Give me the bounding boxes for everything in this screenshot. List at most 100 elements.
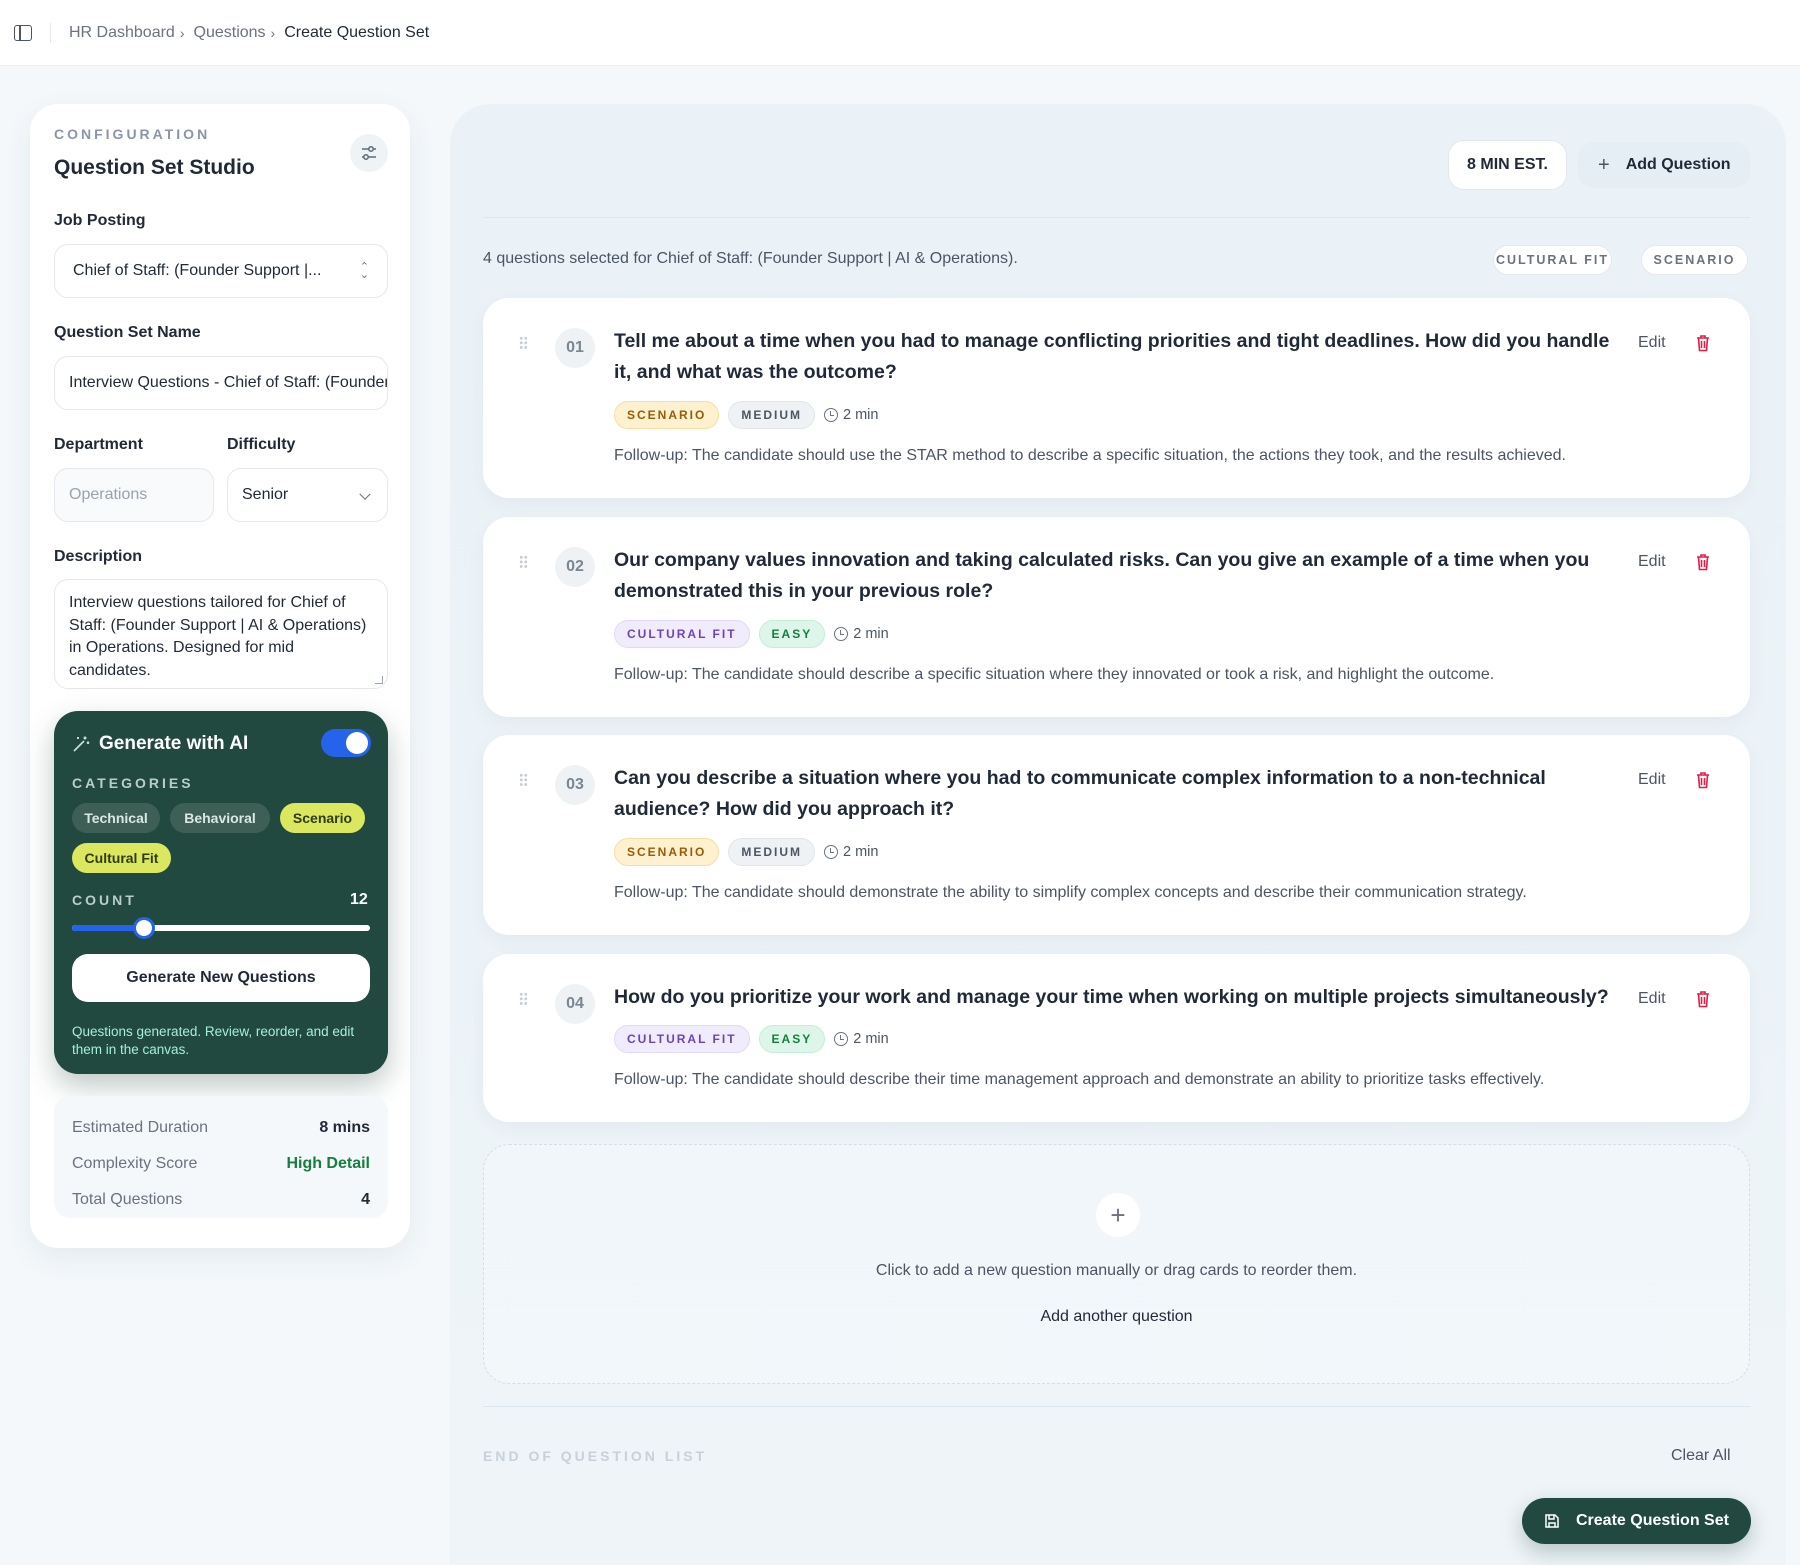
filter-tag-cultural-fit[interactable]: CULTURAL FIT [1493, 245, 1612, 275]
difficulty-badge: MEDIUM [728, 838, 816, 866]
drag-handle-icon[interactable] [519, 555, 528, 569]
resize-handle-icon[interactable] [375, 676, 383, 684]
top-bar: HR Dashboard › Questions › Create Question… [0, 0, 1800, 66]
question-meta: CULTURAL FIT EASY 2 min [614, 1025, 889, 1053]
edit-button[interactable]: Edit [1638, 553, 1666, 571]
divider [483, 1406, 1750, 1407]
question-card[interactable]: 01 Tell me about a time when you had to … [483, 298, 1750, 498]
question-text: How do you prioritize your work and mana… [614, 986, 1609, 1008]
description-textarea[interactable]: Interview questions tailored for Chief o… [54, 579, 388, 689]
generate-new-questions-button[interactable]: Generate New Questions [72, 954, 370, 1002]
stat-duration: Estimated Duration 8 mins [72, 1119, 370, 1137]
drag-handle-icon[interactable] [519, 773, 528, 787]
divider [483, 217, 1750, 218]
ai-card-header: Generate with AI [72, 733, 248, 755]
add-question-button[interactable]: + Add Question [1578, 142, 1750, 188]
category-badge: SCENARIO [614, 838, 720, 866]
follow-up-text: Follow-up: The candidate should describe… [614, 666, 1495, 683]
section-eyebrow: CONFIGURATION [54, 126, 211, 142]
divider [50, 22, 51, 43]
category-chip-technical[interactable]: Technical [72, 803, 160, 833]
follow-up-text: Follow-up: The candidate should describe… [614, 1071, 1545, 1088]
question-meta: CULTURAL FIT EASY 2 min [614, 620, 889, 648]
clear-all-button[interactable]: Clear All [1671, 1447, 1731, 1465]
difficulty-badge: MEDIUM [728, 401, 816, 429]
add-question-label: Add Question [1625, 156, 1731, 173]
breadcrumb-item-questions[interactable]: Questions › [194, 24, 285, 42]
job-posting-select[interactable]: Chief of Staff: (Founder Support |... ⌃ ⌄ [54, 244, 388, 298]
duration: 2 min [834, 626, 889, 642]
drag-handle-icon[interactable] [519, 336, 528, 350]
duration: 2 min [824, 407, 878, 423]
difficulty-label: Difficulty [227, 436, 296, 453]
question-meta: SCENARIO MEDIUM 2 min [614, 838, 878, 866]
settings-button[interactable] [350, 134, 388, 172]
department-label: Department [54, 436, 143, 453]
count-value: 12 [350, 891, 368, 908]
category-badge: CULTURAL FIT [614, 1025, 750, 1053]
set-name-label: Question Set Name [54, 324, 201, 341]
ai-status-note: Questions generated. Review, reorder, an… [72, 1024, 355, 1057]
configuration-panel: CONFIGURATION Question Set Studio Job Po… [30, 104, 410, 1248]
trash-icon[interactable] [1696, 990, 1710, 1008]
trash-icon[interactable] [1696, 553, 1710, 571]
clock-icon [824, 408, 839, 422]
set-name-input[interactable]: Interview Questions - Chief of Staff: (F… [54, 356, 388, 410]
category-chip-cultural-fit[interactable]: Cultural Fit [72, 843, 171, 873]
job-posting-label: Job Posting [54, 212, 146, 229]
category-badge: CULTURAL FIT [614, 620, 750, 648]
category-badge: SCENARIO [614, 401, 720, 429]
question-number: 03 [555, 765, 595, 805]
question-number: 02 [555, 547, 595, 587]
question-card[interactable]: 03 Can you describe a situation where yo… [483, 735, 1750, 935]
duration: 2 min [834, 1031, 889, 1047]
create-question-set-button[interactable]: Create Question Set [1522, 1498, 1751, 1544]
set-name-value: Interview Questions - Chief of Staff: (F… [69, 374, 388, 391]
trash-icon[interactable] [1696, 771, 1710, 789]
slider-thumb[interactable] [132, 917, 155, 939]
add-question-dropzone[interactable]: + Click to add a new question manually o… [483, 1144, 1750, 1384]
clock-icon [824, 845, 839, 859]
difficulty-badge: EASY [758, 1025, 826, 1053]
description-value: Interview questions tailored for Chief o… [69, 594, 367, 679]
ai-toggle[interactable] [321, 729, 371, 757]
trash-icon[interactable] [1696, 334, 1710, 352]
difficulty-select[interactable]: Senior [227, 468, 388, 522]
create-question-set-label: Create Question Set [1576, 1512, 1729, 1529]
stat-value: 8 mins [319, 1119, 370, 1136]
stat-complexity: Complexity Score High Detail [72, 1155, 370, 1173]
edit-button[interactable]: Edit [1638, 771, 1666, 789]
category-chip-scenario[interactable]: Scenario [280, 803, 365, 833]
category-chip-behavioral[interactable]: Behavioral [170, 803, 270, 833]
question-card[interactable]: 04 How do you prioritize your work and m… [483, 954, 1750, 1122]
edit-button[interactable]: Edit [1638, 334, 1666, 352]
question-meta: SCENARIO MEDIUM 2 min [614, 401, 878, 429]
drag-handle-icon[interactable] [519, 992, 528, 1006]
sidebar-toggle-icon[interactable] [14, 24, 32, 41]
panel-title: Question Set Studio [54, 156, 255, 179]
question-text: Tell me about a time when you had to man… [614, 330, 1610, 383]
chevron-right-icon: › [270, 24, 276, 41]
difficulty-badge: EASY [758, 620, 826, 648]
plus-icon[interactable]: + [1096, 1193, 1140, 1237]
breadcrumb-item-hr-dashboard[interactable]: HR Dashboard › [69, 24, 194, 42]
question-number: 01 [555, 328, 595, 368]
stat-total: Total Questions 4 [72, 1191, 370, 1209]
question-card[interactable]: 02 Our company values innovation and tak… [483, 517, 1750, 717]
dropzone-hint: Click to add a new question manually or … [875, 1262, 1358, 1279]
stat-label: Complexity Score [72, 1155, 198, 1172]
add-another-question-link[interactable]: Add another question [484, 1308, 1749, 1326]
department-input[interactable]: Operations [54, 468, 214, 522]
plus-icon: + [1598, 153, 1610, 176]
edit-button[interactable]: Edit [1638, 990, 1666, 1008]
question-number: 04 [555, 984, 595, 1024]
chevron-right-icon: › [179, 24, 185, 41]
generate-with-ai-card: Generate with AI CATEGORIES Technical Be… [54, 711, 388, 1074]
breadcrumb: HR Dashboard › Questions › Create Question… [69, 24, 429, 42]
select-arrows-icon: ⌃ ⌄ [359, 261, 369, 281]
duration: 2 min [824, 844, 878, 860]
time-estimate-pill: 8 MIN EST. [1448, 140, 1567, 190]
count-slider[interactable] [72, 917, 370, 939]
chevron-down-icon [359, 488, 371, 500]
filter-tag-scenario[interactable]: SCENARIO [1641, 245, 1748, 275]
